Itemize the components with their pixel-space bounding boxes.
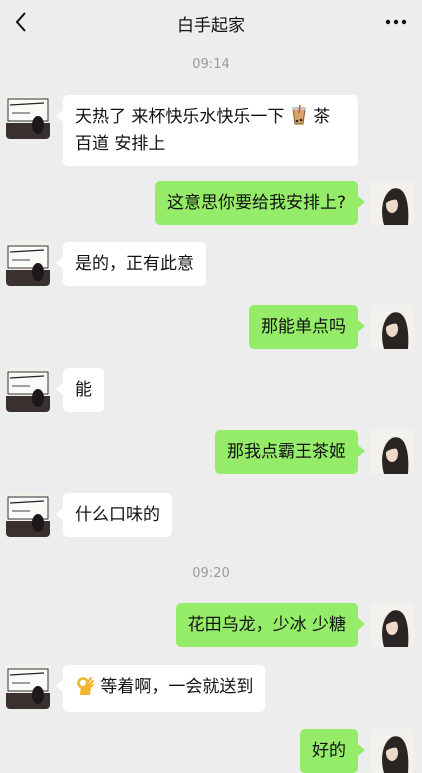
- message-bubble-outgoing[interactable]: 那我点霸王茶姬: [215, 430, 365, 474]
- message-bubble-incoming[interactable]: 什么口味的: [56, 493, 172, 537]
- user-avatar[interactable]: [370, 305, 414, 349]
- more-icon[interactable]: [380, 8, 412, 36]
- timestamp: 09:20: [192, 566, 230, 581]
- contact-avatar[interactable]: [6, 665, 50, 709]
- top-bar: 白手起家: [0, 0, 422, 46]
- contact-avatar[interactable]: [6, 368, 50, 412]
- user-avatar[interactable]: [370, 181, 414, 225]
- message-bubble-incoming[interactable]: 天热了 来杯快乐水快乐一下 茶百道 安排上: [56, 95, 358, 166]
- user-avatar[interactable]: [370, 430, 414, 474]
- message-text: 等着啊，一会就送到: [100, 677, 254, 697]
- chat-title: 白手起家: [177, 16, 245, 36]
- message-bubble-outgoing[interactable]: 那能单点吗: [249, 305, 365, 349]
- message-bubble-incoming[interactable]: 能: [56, 368, 104, 412]
- message-text: 天热了 来杯快乐水快乐一下: [75, 107, 285, 127]
- message-bubble-incoming[interactable]: 是的，正有此意: [56, 242, 206, 286]
- user-avatar[interactable]: [370, 729, 414, 773]
- contact-avatar[interactable]: [6, 493, 50, 537]
- message-bubble-incoming[interactable]: 等着啊，一会就送到: [55, 665, 266, 712]
- user-avatar[interactable]: [370, 603, 414, 647]
- message-bubble-outgoing[interactable]: 好的: [300, 729, 365, 773]
- timestamp: 09:14: [192, 57, 230, 72]
- message-bubble-outgoing[interactable]: 这意思你要给我安排上?: [154, 181, 366, 225]
- ok-hand-icon: [75, 675, 95, 702]
- contact-avatar[interactable]: [6, 95, 50, 139]
- bubble-tea-icon: [290, 104, 308, 132]
- contact-avatar[interactable]: [6, 242, 50, 286]
- message-bubble-outgoing[interactable]: 花田乌龙，少冰 少糖: [175, 603, 366, 647]
